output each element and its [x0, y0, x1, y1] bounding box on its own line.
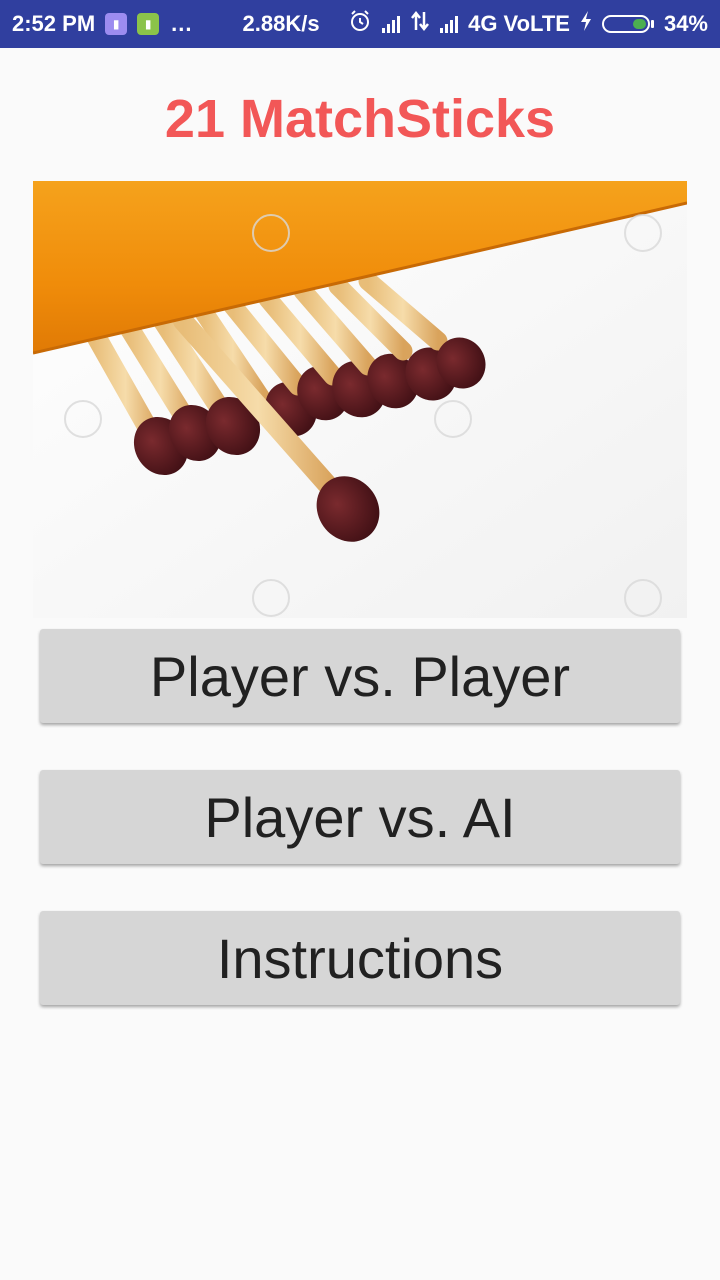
battery-percent: 34% [663, 11, 708, 36]
app-screen: 2:52 PM ▮ ▮ ... 2.88K/s 4G VoLTE 34% 21 … [0, 0, 720, 1280]
signal-icon [382, 15, 401, 33]
alarm-icon [348, 9, 372, 39]
more-notifications-icon: ... [171, 11, 193, 36]
charging-icon [580, 11, 592, 37]
battery-icon [601, 15, 654, 33]
battery-saver-icon: ▮ [137, 13, 160, 35]
status-bar: 2:52 PM ▮ ▮ ... 2.88K/s 4G VoLTE 34% [0, 0, 720, 48]
data-transfer-icon [410, 10, 430, 38]
matchsticks-image [33, 181, 687, 618]
network-speed: 2.88K/s [242, 11, 320, 36]
player-vs-ai-button[interactable]: Player vs. AI [40, 770, 680, 864]
status-time: 2:52 PM [12, 11, 96, 36]
player-vs-player-button[interactable]: Player vs. Player [40, 629, 680, 723]
network-type: 4G VoLTE [468, 11, 570, 36]
page-title: 21 MatchSticks [164, 89, 556, 149]
signal-icon [440, 15, 459, 33]
app-notification-icon: ▮ [105, 13, 128, 35]
instructions-button[interactable]: Instructions [40, 911, 680, 1005]
